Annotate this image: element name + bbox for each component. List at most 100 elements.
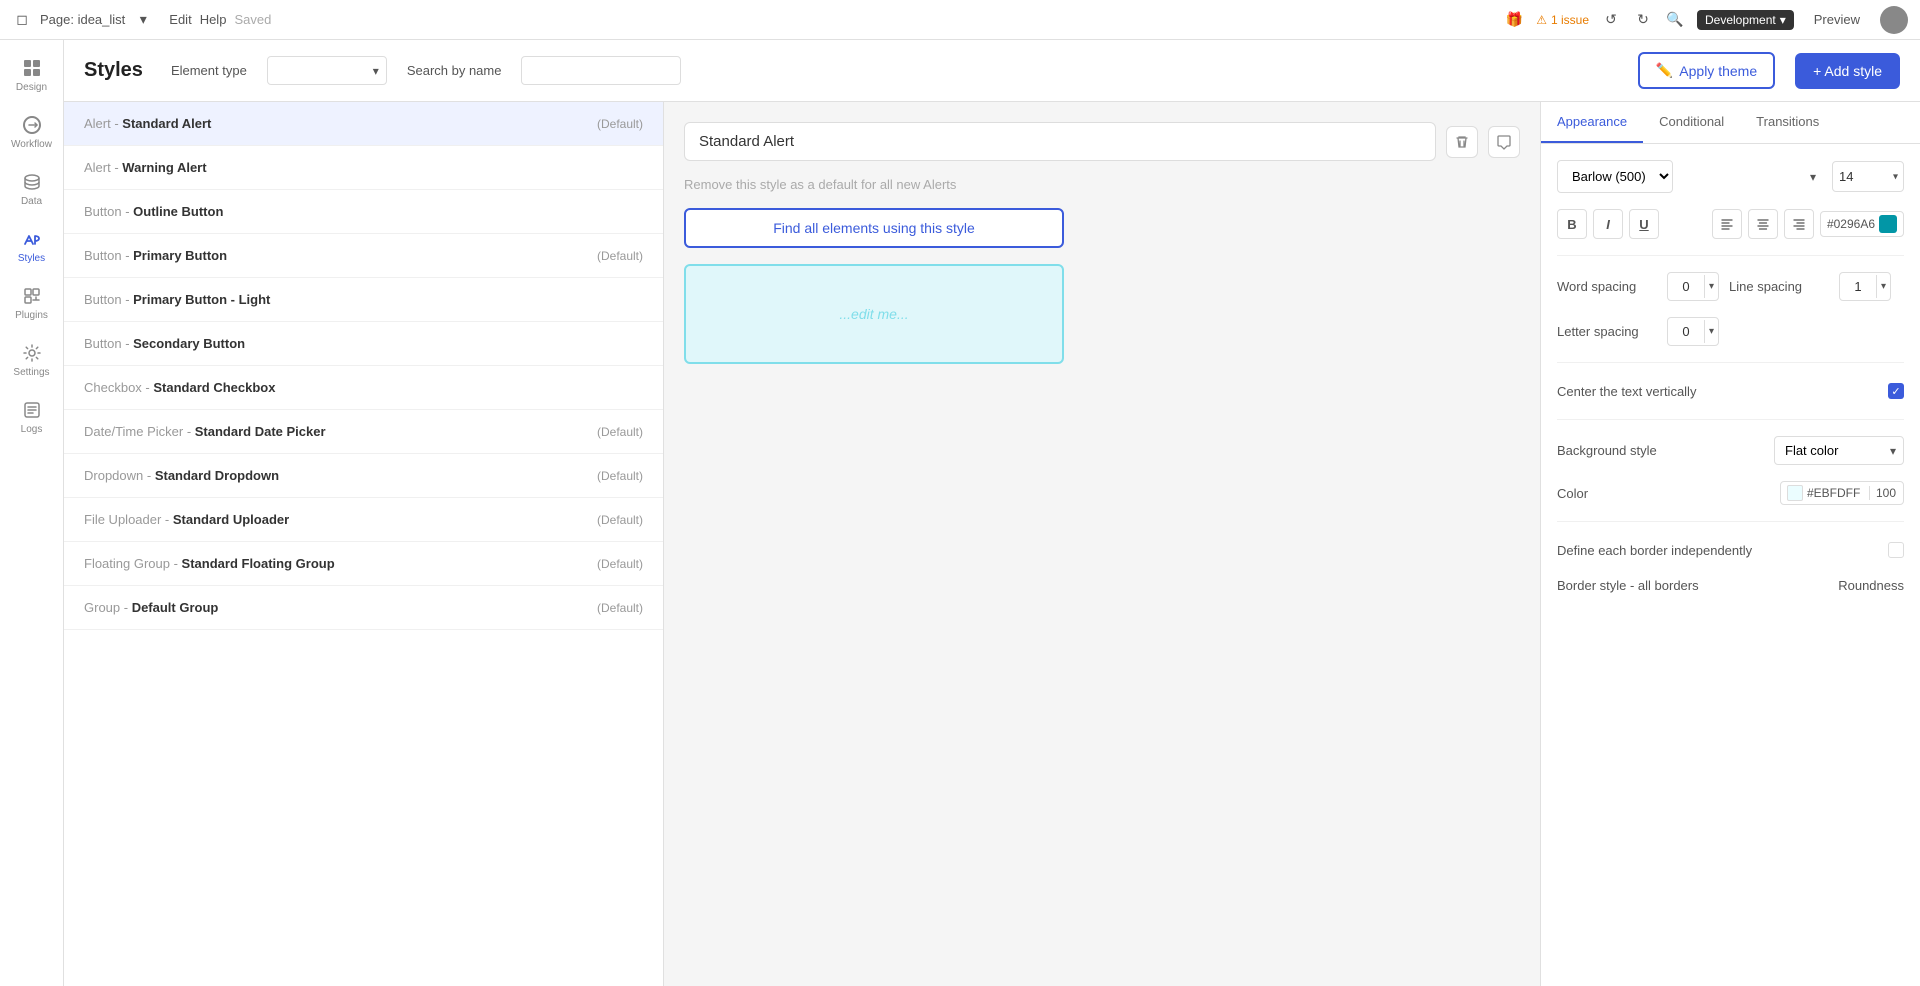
align-left-button[interactable] — [1712, 209, 1742, 239]
style-item[interactable]: Button - Secondary Button — [64, 322, 663, 366]
help-menu[interactable]: Help — [200, 12, 227, 27]
sidebar-item-data[interactable]: Data — [4, 162, 60, 215]
style-item[interactable]: Dropdown - Standard Dropdown (Default) — [64, 454, 663, 498]
format-align-color-row: B I U #0296A6 — [1557, 209, 1904, 239]
sidebar-item-workflow[interactable]: Workflow — [4, 105, 60, 158]
settings-sidebar-icon — [20, 341, 44, 365]
letter-spacing-label: Letter spacing — [1557, 324, 1657, 339]
underline-button[interactable]: U — [1629, 209, 1659, 239]
add-style-button[interactable]: + Add style — [1795, 53, 1900, 89]
color-hash-label: #0296A6 — [1827, 217, 1875, 231]
style-item-name: Alert - Standard Alert — [84, 116, 211, 131]
style-name-input[interactable] — [684, 122, 1436, 161]
text-color-swatch[interactable] — [1879, 215, 1897, 233]
data-sidebar-icon — [20, 170, 44, 194]
vertical-center-checkbox[interactable] — [1888, 383, 1904, 399]
word-spacing-label: Word spacing — [1557, 279, 1657, 294]
preview-box[interactable]: ...edit me... — [684, 264, 1064, 364]
line-spacing-value: 1 — [1840, 273, 1876, 300]
line-spacing-control[interactable]: 1 ▾ — [1839, 272, 1891, 301]
style-item[interactable]: Button - Primary Button - Light — [64, 278, 663, 322]
styles-header: Styles Element type Search by name ✏️ Ap… — [64, 40, 1920, 102]
style-item-name: Button - Primary Button - Light — [84, 292, 270, 307]
sidebar-data-label: Data — [21, 196, 42, 207]
styles-sidebar-icon — [20, 227, 44, 251]
sidebar-settings-label: Settings — [13, 367, 49, 378]
style-item[interactable]: Button - Outline Button — [64, 190, 663, 234]
align-center-button[interactable] — [1748, 209, 1778, 239]
style-item[interactable]: Date/Time Picker - Standard Date Picker … — [64, 410, 663, 454]
gift-icon[interactable]: 🎁 — [1504, 10, 1524, 30]
design-sidebar-icon — [20, 56, 44, 80]
delete-style-button[interactable] — [1446, 126, 1478, 158]
search-icon[interactable]: 🔍 — [1665, 10, 1685, 30]
undo-icon[interactable]: ↺ — [1601, 10, 1621, 30]
style-item-default: (Default) — [597, 557, 643, 571]
sidebar-item-settings[interactable]: Settings — [4, 333, 60, 386]
middle-panel: Remove this style as a default for all n… — [664, 102, 1540, 986]
sidebar-item-logs[interactable]: Logs — [4, 390, 60, 443]
text-color-control[interactable]: #0296A6 — [1820, 211, 1904, 237]
sidebar-item-plugins[interactable]: Plugins — [4, 276, 60, 329]
edit-menu[interactable]: Edit — [169, 12, 191, 27]
bold-button[interactable]: B — [1557, 209, 1587, 239]
topbar-left: ◻ Page: idea_list ▾ Edit Help Saved — [12, 10, 271, 30]
font-family-select[interactable]: Barlow (500) — [1557, 160, 1673, 193]
find-elements-button[interactable]: Find all elements using this style — [684, 208, 1064, 248]
color-input-swatch[interactable] — [1787, 485, 1803, 501]
saved-status: Saved — [234, 12, 271, 27]
add-style-label: + Add style — [1813, 63, 1882, 79]
italic-button[interactable]: I — [1593, 209, 1623, 239]
letter-spacing-control[interactable]: 0 ▾ — [1667, 317, 1719, 346]
apply-theme-button[interactable]: ✏️ Apply theme — [1638, 52, 1775, 89]
sidebar-item-styles[interactable]: Styles — [4, 219, 60, 272]
comment-style-button[interactable] — [1488, 126, 1520, 158]
border-style-label: Border style - all borders — [1557, 578, 1699, 593]
color-input[interactable]: #EBFDFF 100 — [1780, 481, 1904, 505]
background-style-select[interactable]: Flat color — [1774, 436, 1904, 465]
background-style-wrapper: Flat color — [1774, 436, 1904, 465]
styles-list: Alert - Standard Alert (Default) Alert -… — [64, 102, 664, 986]
main-content: Styles Element type Search by name ✏️ Ap… — [64, 40, 1920, 986]
tab-appearance[interactable]: Appearance — [1541, 102, 1643, 143]
word-spacing-arrow[interactable]: ▾ — [1704, 275, 1718, 298]
element-type-select[interactable] — [267, 56, 387, 85]
avatar[interactable] — [1880, 6, 1908, 34]
dev-mode-selector[interactable]: Development ▾ — [1697, 10, 1794, 30]
page-title: Styles — [84, 59, 143, 82]
sidebar-styles-label: Styles — [18, 253, 45, 264]
font-size-value: 14 — [1839, 169, 1853, 184]
word-spacing-control[interactable]: 0 ▾ — [1667, 272, 1719, 301]
font-size-select[interactable]: 14 — [1832, 161, 1904, 192]
tab-transitions[interactable]: Transitions — [1740, 102, 1835, 143]
style-item-name: Floating Group - Standard Floating Group — [84, 556, 335, 571]
color-hex-value: #EBFDFF — [1807, 486, 1865, 500]
redo-icon[interactable]: ↻ — [1633, 10, 1653, 30]
divider — [1557, 362, 1904, 363]
style-item-default: (Default) — [597, 117, 643, 131]
style-item[interactable]: File Uploader - Standard Uploader (Defau… — [64, 498, 663, 542]
style-item-name: File Uploader - Standard Uploader — [84, 512, 289, 527]
line-spacing-arrow[interactable]: ▾ — [1876, 275, 1890, 298]
style-item[interactable]: Checkbox - Standard Checkbox — [64, 366, 663, 410]
style-item[interactable]: Button - Primary Button (Default) — [64, 234, 663, 278]
search-label: Search by name — [407, 63, 502, 78]
style-item[interactable]: Alert - Warning Alert — [64, 146, 663, 190]
align-right-button[interactable] — [1784, 209, 1814, 239]
letter-spacing-arrow[interactable]: ▾ — [1704, 320, 1718, 343]
style-item[interactable]: Alert - Standard Alert (Default) — [64, 102, 663, 146]
vertical-center-row: Center the text vertically — [1557, 379, 1904, 403]
style-item[interactable]: Floating Group - Standard Floating Group… — [64, 542, 663, 586]
workflow-sidebar-icon — [20, 113, 44, 137]
sidebar-item-design[interactable]: Design — [4, 48, 60, 101]
remove-default-text: Remove this style as a default for all n… — [684, 177, 1520, 192]
search-input[interactable] — [521, 56, 681, 85]
warning-badge[interactable]: ⚠ 1 issue — [1536, 13, 1589, 27]
preview-button[interactable]: Preview — [1806, 8, 1868, 31]
sidebar-plugins-label: Plugins — [15, 310, 48, 321]
chevron-down-icon[interactable]: ▾ — [133, 10, 153, 30]
style-item[interactable]: Group - Default Group (Default) — [64, 586, 663, 630]
tab-conditional[interactable]: Conditional — [1643, 102, 1740, 143]
define-border-checkbox[interactable] — [1888, 542, 1904, 558]
style-item-default: (Default) — [597, 601, 643, 615]
